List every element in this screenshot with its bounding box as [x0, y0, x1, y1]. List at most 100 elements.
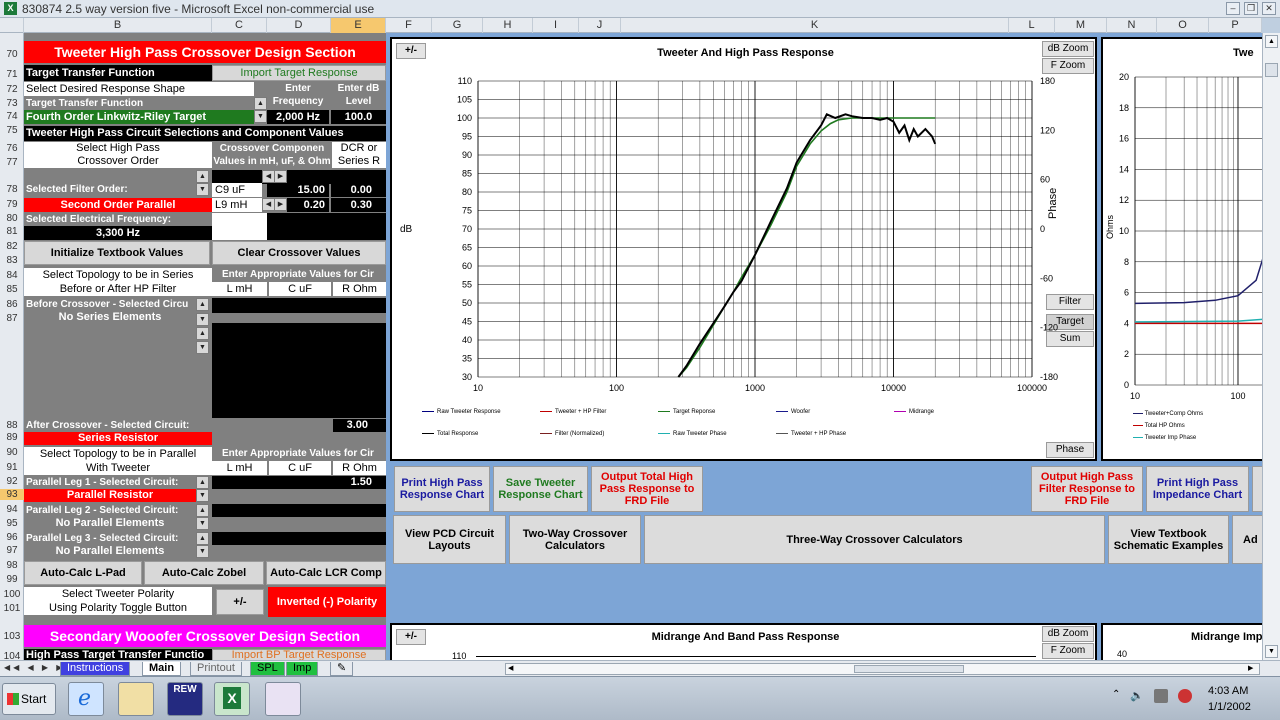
series-resistor-value[interactable]: Series Resistor	[24, 432, 212, 445]
row-75[interactable]: 75	[0, 125, 24, 136]
selected-freq-value[interactable]: 3,300 Hz	[24, 226, 212, 240]
c9-value-input[interactable]: 15.00	[267, 183, 329, 197]
import-target-button[interactable]: Import Target Response	[212, 65, 386, 81]
select-all-corner[interactable]	[0, 18, 24, 33]
file-explorer-icon[interactable]	[118, 682, 154, 716]
shape-up-arrow-icon[interactable]: ▲	[254, 97, 267, 110]
horizontal-scrollbar[interactable]: ◀ ▶	[505, 663, 1260, 675]
col-G[interactable]: G	[432, 18, 483, 33]
frequency-input[interactable]: 2,000 Hz	[267, 110, 329, 124]
row-72[interactable]: 72	[0, 84, 24, 95]
row-85[interactable]: 85	[0, 284, 24, 295]
tab-instructions[interactable]: Instructions	[60, 662, 131, 676]
polarity-toggle-button[interactable]: +/-	[216, 589, 264, 615]
row-92[interactable]: 92	[0, 476, 24, 487]
print-hp-chart-button[interactable]: Print High Pass Response Chart	[394, 466, 490, 512]
c9-dcr-input[interactable]: 0.00	[331, 183, 386, 197]
lcr-comp-button[interactable]: Auto-Calc LCR Comp	[266, 561, 386, 585]
zobel-button[interactable]: Auto-Calc Zobel	[144, 561, 264, 585]
shape-down-arrow-icon[interactable]: ▼	[254, 110, 267, 123]
row-82[interactable]: 82	[0, 241, 24, 252]
print-impedance-chart-button[interactable]: Print High Pass Impedance Chart	[1146, 466, 1249, 512]
row-90[interactable]: 90	[0, 447, 24, 458]
row-78[interactable]: 78	[0, 184, 24, 195]
series-up-arrow-icon[interactable]: ▲	[196, 298, 209, 311]
start-button[interactable]: Start	[2, 683, 56, 715]
leg1-up-arrow-icon[interactable]: ▲	[196, 476, 209, 489]
leg3-up-arrow-icon[interactable]: ▲	[196, 532, 209, 545]
volume-icon[interactable]: 🔈	[1130, 689, 1144, 702]
col-M[interactable]: M	[1055, 18, 1107, 33]
row-101[interactable]: 101	[0, 603, 24, 614]
row-76[interactable]: 76	[0, 143, 24, 154]
mid-f-zoom-button[interactable]: F Zoom	[1042, 643, 1094, 659]
leg2-up-arrow-icon[interactable]: ▲	[196, 504, 209, 517]
minimize-icon[interactable]: –	[1226, 2, 1240, 15]
lpad-button[interactable]: Auto-Calc L-Pad	[24, 561, 142, 585]
col-B[interactable]: B	[24, 18, 212, 33]
row-87[interactable]: 87	[0, 313, 24, 324]
db-level-input[interactable]: 100.0	[331, 110, 386, 124]
alert-icon[interactable]	[1178, 689, 1192, 703]
three-way-button[interactable]: Three-Way Crossover Calculators	[644, 515, 1105, 564]
tab-imp[interactable]: Imp	[286, 662, 319, 676]
tray-expand-icon[interactable]: ⌃	[1112, 689, 1120, 700]
hscroll-thumb[interactable]	[854, 665, 964, 673]
scroll-thumb[interactable]	[1265, 63, 1278, 77]
scroll-up-icon[interactable]: ▲	[1265, 35, 1278, 48]
mid-db-zoom-button[interactable]: dB Zoom	[1042, 626, 1094, 642]
tab-printout[interactable]: Printout	[190, 662, 242, 676]
initialize-textbook-button[interactable]: Initialize Textbook Values	[24, 241, 210, 265]
series-down-arrow-icon[interactable]: ▼	[196, 313, 209, 326]
tab-main[interactable]: Main	[142, 662, 182, 676]
col-K[interactable]: K	[621, 18, 1009, 33]
row-94[interactable]: 94	[0, 504, 24, 515]
clock-time[interactable]: 4:03 AM	[1208, 685, 1248, 697]
ad-button[interactable]: Ad	[1232, 515, 1262, 564]
col-C[interactable]: C	[212, 18, 267, 33]
hscroll-right-icon[interactable]: ▶	[1248, 664, 1253, 672]
row-99[interactable]: 99	[0, 574, 24, 585]
col-I[interactable]: I	[533, 18, 579, 33]
new-sheet-icon[interactable]: ✎	[330, 662, 354, 676]
internet-explorer-icon[interactable]: e	[68, 682, 104, 716]
row-71[interactable]: 71	[0, 69, 24, 80]
hscroll-left-icon[interactable]: ◀	[508, 664, 513, 672]
parallel-resistor-value[interactable]: Parallel Resistor	[24, 489, 196, 502]
series-up2-arrow-icon[interactable]: ▲	[196, 327, 209, 340]
row-100[interactable]: 100	[0, 589, 24, 600]
col-H[interactable]: H	[483, 18, 533, 33]
clock-date[interactable]: 1/1/2002	[1208, 701, 1251, 713]
col-O[interactable]: O	[1157, 18, 1209, 33]
vertical-scrollbar[interactable]: ▲ ▼	[1262, 33, 1280, 660]
row-98[interactable]: 98	[0, 560, 24, 571]
close-icon[interactable]: ✕	[1262, 2, 1276, 15]
l9-dcr-input[interactable]: 0.30	[331, 198, 386, 212]
row-83[interactable]: 83	[0, 255, 24, 266]
row-103[interactable]: 103	[0, 631, 24, 642]
order-down-arrow-icon[interactable]: ▼	[196, 183, 209, 196]
c9-right-arrow-icon[interactable]: ▶	[274, 170, 287, 183]
series-down2-arrow-icon[interactable]: ▼	[196, 341, 209, 354]
tab-spl[interactable]: SPL	[250, 662, 285, 676]
leg1-value-input[interactable]: 1.50	[333, 476, 386, 489]
restore-icon[interactable]: ❐	[1244, 2, 1258, 15]
view-pcd-button[interactable]: View PCD Circuit Layouts	[393, 515, 506, 564]
row-96[interactable]: 96	[0, 532, 24, 543]
l9-value-input[interactable]: 0.20	[287, 198, 329, 212]
partial-button[interactable]	[1252, 466, 1262, 512]
row-88[interactable]: 88	[0, 420, 24, 431]
import-bp-button[interactable]: Import BP Target Response	[212, 649, 386, 660]
col-D[interactable]: D	[267, 18, 331, 33]
row-91[interactable]: 91	[0, 462, 24, 473]
l9-right-arrow-icon[interactable]: ▶	[274, 198, 287, 211]
leg3-down-arrow-icon[interactable]: ▼	[196, 545, 209, 558]
col-E[interactable]: E	[331, 18, 386, 33]
leg1-down-arrow-icon[interactable]: ▼	[196, 489, 209, 502]
row-95[interactable]: 95	[0, 518, 24, 529]
row-80[interactable]: 80	[0, 213, 24, 224]
order-up-arrow-icon[interactable]: ▲	[196, 170, 209, 183]
row-81[interactable]: 81	[0, 226, 24, 237]
row-77[interactable]: 77	[0, 157, 24, 168]
col-L[interactable]: L	[1009, 18, 1055, 33]
